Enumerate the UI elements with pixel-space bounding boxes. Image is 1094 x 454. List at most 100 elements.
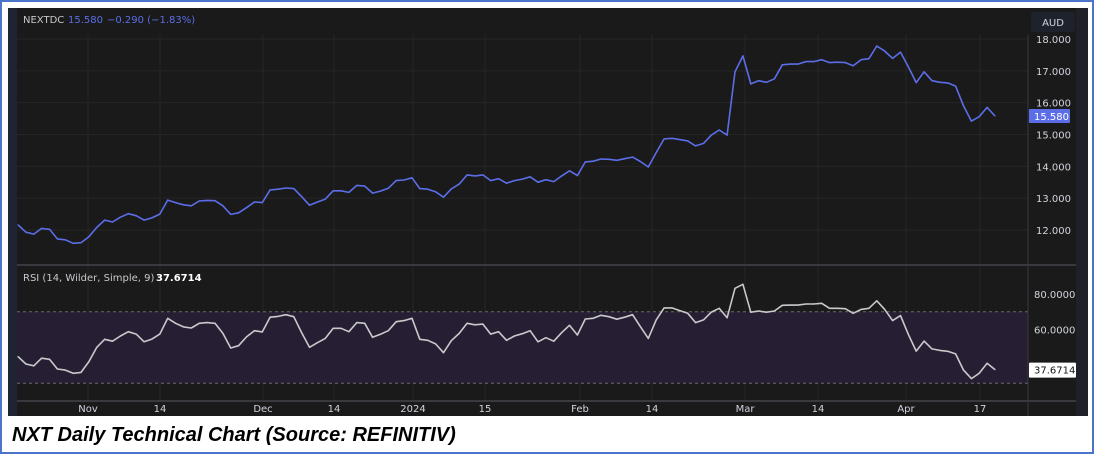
rsi-point [860,308,862,310]
price-point [214,200,216,202]
price-point [88,236,90,238]
rsi-point [127,331,129,333]
price-point [466,174,468,176]
x-tick-label: Feb [571,404,589,415]
price-point [56,238,58,240]
price-point [891,57,894,60]
price-point [592,160,594,162]
rsi-point [80,371,82,373]
rsi-point [174,322,177,324]
price-point [442,196,445,198]
currency-label: AUD [1042,18,1064,29]
rsi-point [427,339,429,341]
rsi-point [624,316,626,318]
price-point [584,161,586,163]
price-point [167,199,169,201]
price-point [364,185,366,187]
rsi-point [537,341,539,343]
y-tick-label: 14.000 [1036,162,1071,173]
price-point [742,55,744,57]
price-point [844,61,846,64]
right-strip [1076,8,1088,416]
price-point [758,80,760,82]
price-point [119,216,122,218]
price-point [143,219,145,221]
price-point [285,187,287,189]
price-point [64,239,66,241]
rsi-point [151,338,153,340]
rsi-point [206,322,208,324]
chart-area[interactable]: 18.000 17.000 16.000 15.000 14.000 13.000 12.0… [0,0,1094,454]
price-point [734,71,736,73]
price-point [104,219,106,221]
price-point [269,189,271,191]
rsi-point [316,342,319,344]
rsi-point [742,283,744,285]
price-point [135,215,137,217]
price-point [379,190,382,192]
rsi-legend-label: RSI (14, Wilder, Simple, 9) [23,273,154,284]
rsi-point [750,311,752,313]
x-tick-label: 17 [974,404,987,415]
price-point [876,45,878,47]
rsi-point [718,307,720,309]
rsi-point [907,333,909,335]
price-point [986,106,988,109]
price-point [726,134,728,136]
rsi-point [505,339,508,341]
price-point [403,179,405,181]
rsi-point [458,332,460,334]
price-point [624,158,626,160]
price-point [324,198,326,200]
rsi-point [931,348,933,350]
price-point [694,145,697,147]
price-point [655,152,657,154]
price-point [679,138,681,141]
price-point [505,182,508,184]
price-point [127,213,129,215]
rsi-point [434,343,437,345]
rsi-point [245,336,248,338]
rsi-point [395,321,397,323]
rsi-point [955,353,957,355]
price-point [371,192,374,194]
price-point [899,51,902,53]
price-point [860,59,862,61]
price-point [25,231,27,233]
price-point [537,181,539,183]
price-point [80,242,82,244]
y-tick-label: 15.000 [1036,130,1071,141]
price-point [955,85,957,87]
rsi-point [261,331,263,333]
rsi-point [773,310,775,312]
rsi-point [222,332,224,334]
legend-last-price: 15.580 [68,15,103,26]
rsi-point [986,362,988,364]
rsi-tick-label: 60.0000 [1034,326,1075,337]
price-point [781,64,783,66]
y-tick-label: 18.000 [1036,35,1071,46]
rsi-point [947,350,949,352]
x-tick-label: Nov [78,404,98,415]
price-point [261,202,263,204]
rsi-point [33,365,35,367]
price-point [947,82,949,84]
rsi-point [285,314,287,316]
rsi-point [647,337,649,339]
price-point [907,66,909,68]
price-point [529,176,531,178]
price-point [765,81,768,83]
rsi-point [702,319,705,321]
price-point [474,175,476,177]
price-point [340,190,342,192]
x-tick-label: 14 [328,404,341,415]
rsi-point [553,340,555,342]
rsi-point [88,361,90,363]
rsi-point [379,333,382,335]
rsi-point [72,372,74,374]
rsi-point [978,372,980,374]
price-point [348,191,350,194]
price-point [72,242,74,244]
rsi-point [143,341,145,343]
x-tick-label: Apr [897,404,915,415]
